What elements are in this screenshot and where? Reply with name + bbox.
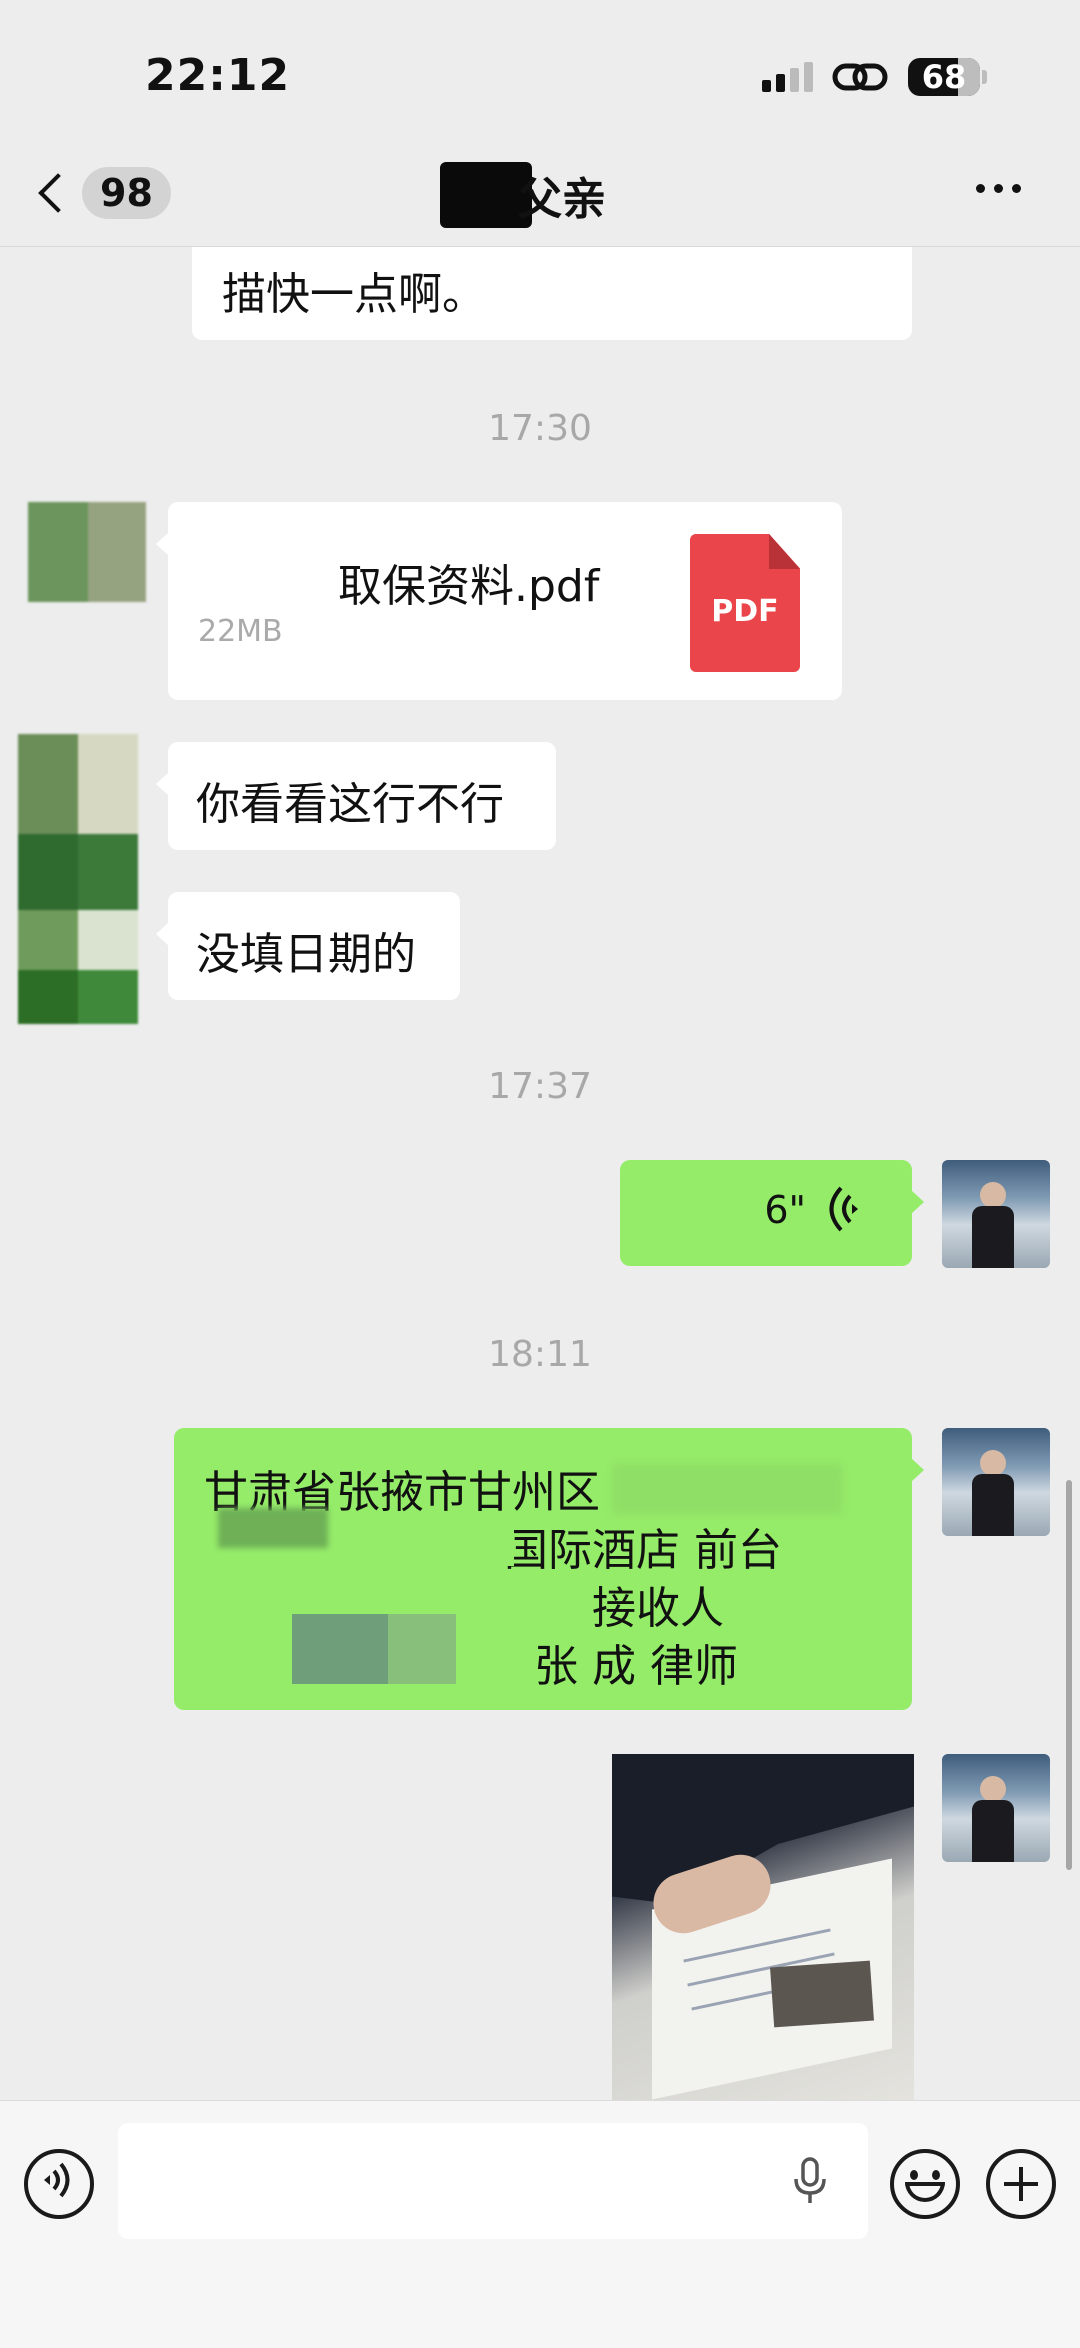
file-size: 22MB xyxy=(198,614,283,649)
address-line-4: 张 成 律师 xyxy=(534,1641,738,1692)
message-bubble[interactable]: 你看看这行不行 xyxy=(156,742,556,850)
redacted-mosaic xyxy=(464,1514,514,1566)
microphone-icon[interactable] xyxy=(792,2157,828,2205)
message-input[interactable] xyxy=(118,2123,868,2239)
input-bar xyxy=(0,2100,1080,2348)
timestamp: 18:11 xyxy=(488,1334,592,1375)
address-message[interactable]: 甘肃省张掖市甘州区 国际酒店 前台 接收人 张 成 律师 xyxy=(174,1428,924,1710)
emoji-icon[interactable] xyxy=(890,2149,960,2219)
message-bubble-partial[interactable]: 描快一点啊。 xyxy=(192,236,912,340)
link-icon xyxy=(832,63,888,91)
more-dots-icon[interactable] xyxy=(976,184,1021,193)
chevron-left-icon xyxy=(38,173,78,213)
timestamp: 17:30 xyxy=(488,408,592,449)
voice-message[interactable]: 6" xyxy=(620,1160,924,1266)
redacted-mosaic xyxy=(218,1508,328,1548)
redacted-mosaic xyxy=(388,1614,456,1684)
battery-tip xyxy=(982,70,987,84)
chat-header: 98 父亲 xyxy=(0,140,1080,247)
avatar[interactable] xyxy=(28,502,146,602)
message-text: 描快一点啊。 xyxy=(222,269,486,320)
message-text: 你看看这行不行 xyxy=(196,779,504,830)
voice-mode-icon[interactable] xyxy=(24,2149,94,2219)
battery-level: 68 xyxy=(921,58,967,96)
message-text: 没填日期的 xyxy=(196,929,416,980)
unread-count-badge: 98 xyxy=(82,167,171,219)
scroll-indicator[interactable] xyxy=(1066,1480,1072,1870)
avatar-self[interactable] xyxy=(942,1428,1050,1536)
status-bar: 22:12 68 xyxy=(0,0,1080,140)
address-line-3: 接收人 xyxy=(592,1583,724,1634)
file-message[interactable]: 取保资料.pdf 22MB PDF xyxy=(156,502,842,700)
file-name: 取保资料.pdf xyxy=(338,561,600,612)
avatar[interactable] xyxy=(18,734,138,1024)
photo-message[interactable] xyxy=(612,1754,914,2100)
plus-icon[interactable] xyxy=(986,2149,1056,2219)
message-bubble[interactable]: 没填日期的 xyxy=(156,892,460,1000)
avatar-self[interactable] xyxy=(942,1160,1050,1268)
timestamp: 17:37 xyxy=(488,1066,592,1107)
avatar-self[interactable] xyxy=(942,1754,1050,1862)
battery-icon: 68 xyxy=(908,58,980,96)
status-time: 22:12 xyxy=(145,50,291,101)
voice-duration: 6" xyxy=(764,1188,806,1232)
chat-title: 父亲 xyxy=(518,174,606,225)
signal-icon xyxy=(762,62,813,92)
redacted-mosaic xyxy=(612,1464,842,1514)
redacted-file-prefix xyxy=(192,542,332,602)
back-button[interactable]: 98 xyxy=(32,160,171,226)
redacted-mosaic xyxy=(292,1614,388,1684)
address-line-2: 国际酒店 前台 xyxy=(504,1525,782,1576)
pdf-label: PDF xyxy=(711,594,779,629)
chat-title-wrap[interactable]: 父亲 xyxy=(440,162,606,228)
voice-wave-icon xyxy=(829,1186,858,1232)
